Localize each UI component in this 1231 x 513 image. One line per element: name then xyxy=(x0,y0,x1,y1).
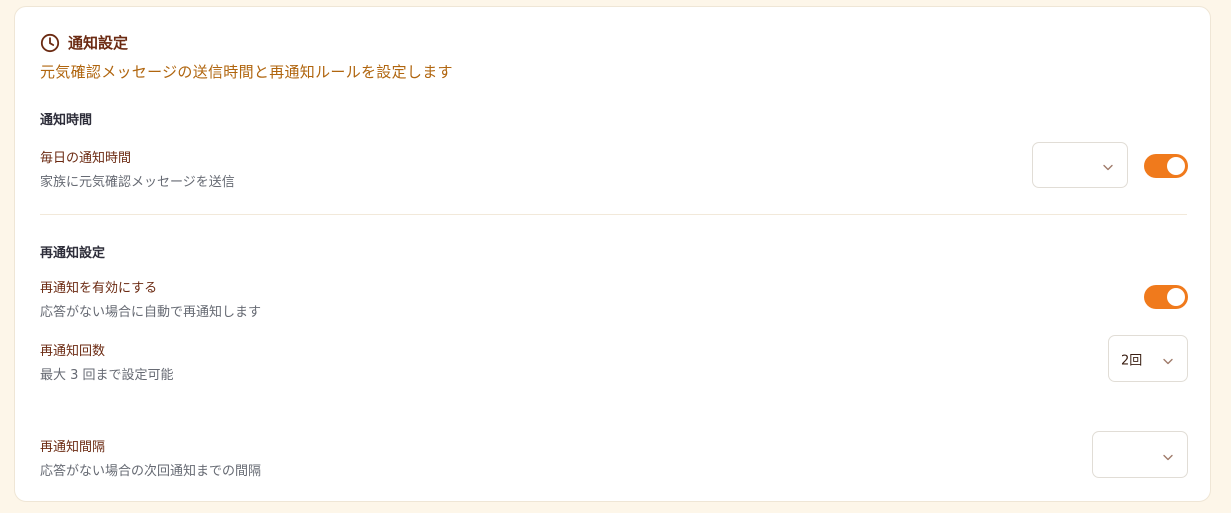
toggle-knob xyxy=(1167,288,1185,306)
renotify-count-select[interactable]: 2回 xyxy=(1108,335,1188,382)
chevron-down-icon xyxy=(1163,349,1173,368)
toggle-knob xyxy=(1167,157,1185,175)
notification-settings-card: 通知設定 元気確認メッセージの送信時間と再通知ルールを設定します 通知時間 毎日… xyxy=(14,6,1211,502)
renotify-interval-label: 再通知間隔 xyxy=(40,440,106,455)
daily-time-select[interactable] xyxy=(1032,142,1128,188)
renotify-count-value: 2回 xyxy=(1121,353,1143,368)
clock-icon xyxy=(40,33,60,53)
page-subtitle: 元気確認メッセージの送信時間と再通知ルールを設定します xyxy=(40,63,453,81)
card-header: 通知設定 xyxy=(40,32,128,53)
renotify-interval-description: 応答がない場合の次回通知までの間隔 xyxy=(40,464,262,479)
renotify-interval-select[interactable] xyxy=(1092,431,1188,478)
daily-notification-description: 家族に元気確認メッセージを送信 xyxy=(40,175,235,190)
chevron-down-icon xyxy=(1103,156,1113,175)
section-title-notification-time: 通知時間 xyxy=(40,113,93,128)
section-divider xyxy=(40,214,1187,215)
renotify-enable-label: 再通知を有効にする xyxy=(40,281,158,296)
daily-notification-toggle[interactable] xyxy=(1144,154,1188,178)
chevron-down-icon xyxy=(1163,445,1173,464)
renotify-enable-toggle[interactable] xyxy=(1144,285,1188,309)
daily-notification-label: 毎日の通知時間 xyxy=(40,151,132,166)
renotify-enable-description: 応答がない場合に自動で再通知します xyxy=(40,305,262,320)
page-title: 通知設定 xyxy=(68,34,129,52)
section-title-renotify: 再通知設定 xyxy=(40,246,106,261)
renotify-count-label: 再通知回数 xyxy=(40,344,106,359)
renotify-count-description: 最大 3 回まで設定可能 xyxy=(40,368,174,383)
